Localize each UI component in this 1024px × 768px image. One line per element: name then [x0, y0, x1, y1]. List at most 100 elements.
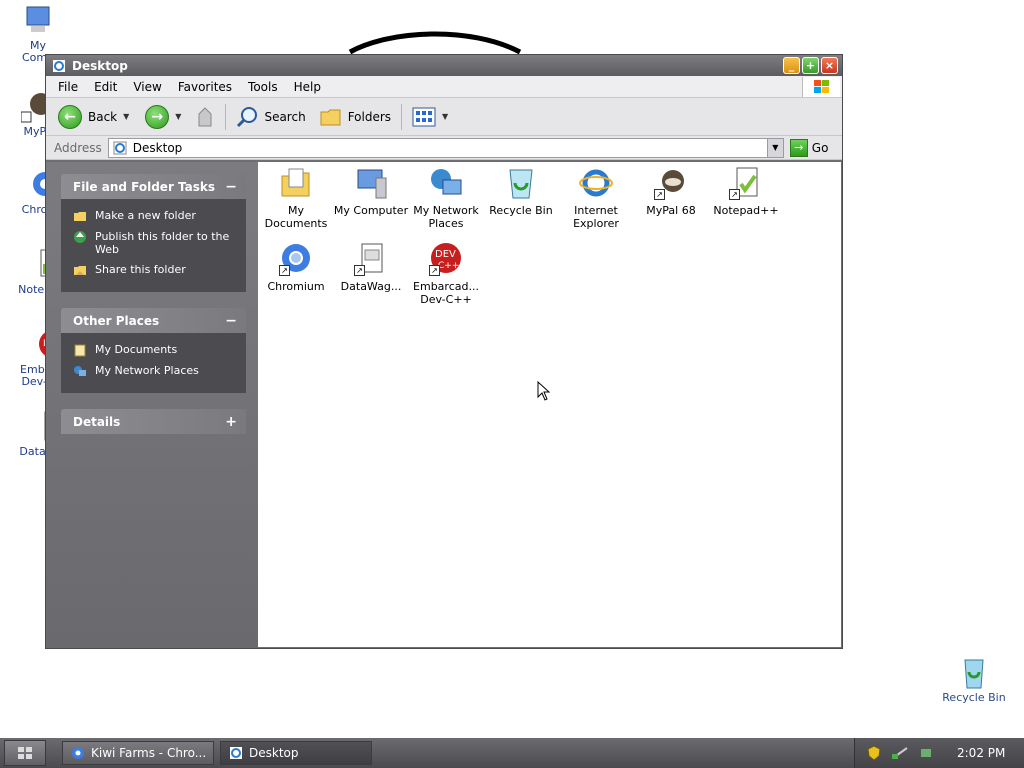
panel-header[interactable]: File and Folder Tasks − — [61, 174, 246, 199]
forward-button[interactable]: → ▼ — [141, 104, 185, 129]
up-folder-icon — [198, 106, 212, 126]
panel-header[interactable]: Details + — [61, 409, 246, 434]
panel-title: Other Places — [73, 313, 160, 328]
address-dropdown-icon[interactable]: ▼ — [766, 138, 783, 157]
network-places-icon — [74, 366, 86, 376]
title-bar[interactable]: Desktop _ + × — [46, 55, 842, 76]
panel-title: Details — [73, 414, 121, 429]
recycle-bin-icon — [504, 166, 538, 200]
volume-icon[interactable] — [919, 746, 933, 760]
menu-file[interactable]: File — [50, 80, 86, 94]
shortcut-arrow-icon: ↗ — [429, 265, 440, 276]
taskbar-button-label: Kiwi Farms - Chro... — [91, 746, 207, 760]
toolbar-separator — [401, 103, 403, 130]
address-input[interactable]: Desktop ▼ — [107, 137, 784, 158]
menu-tools[interactable]: Tools — [240, 80, 286, 94]
notepad-icon: ↗ — [729, 166, 763, 200]
shortcut-arrow-icon: ↗ — [279, 265, 290, 276]
internet-explorer-icon — [579, 166, 613, 200]
collapse-icon[interactable]: − — [225, 179, 237, 195]
task-publish-web[interactable]: Publish this folder to the Web — [73, 230, 236, 256]
place-my-network-places[interactable]: My Network Places — [73, 364, 236, 378]
go-button[interactable]: → Go — [789, 138, 829, 157]
item-my-network-places[interactable]: My Network Places — [408, 166, 484, 230]
place-label: My Network Places — [95, 364, 199, 377]
item-label: My Documents — [264, 204, 328, 230]
collapse-icon[interactable]: − — [225, 313, 237, 329]
item-my-documents[interactable]: My Documents — [258, 166, 334, 230]
item-label: DataWag... — [340, 280, 402, 293]
forward-arrow-icon: → — [145, 104, 170, 129]
computer-icon — [21, 4, 55, 38]
item-internet-explorer[interactable]: Internet Explorer — [558, 166, 634, 230]
ie-page-icon — [230, 747, 242, 759]
ie-page-icon — [53, 59, 65, 72]
minimize-button[interactable]: _ — [783, 57, 800, 74]
shortcut-arrow-icon: ↗ — [729, 189, 740, 200]
my-documents-icon — [74, 344, 86, 357]
menu-bar: File Edit View Favorites Tools Help — [46, 76, 842, 98]
maximize-button[interactable]: + — [802, 57, 819, 74]
dropdown-arrow-icon[interactable]: ▼ — [175, 112, 181, 121]
my-documents-icon — [279, 166, 313, 200]
item-notepad[interactable]: ↗ Notepad++ — [708, 166, 784, 217]
windows-flag-icon — [802, 77, 840, 97]
place-my-documents[interactable]: My Documents — [73, 343, 236, 357]
dropdown-arrow-icon[interactable]: ▼ — [442, 112, 448, 121]
item-label: Notepad++ — [713, 204, 779, 217]
menu-edit[interactable]: Edit — [86, 80, 125, 94]
item-devcpp[interactable]: DEV C++ ↗ Embarcad... Dev-C++ — [408, 242, 484, 306]
address-bar: Address Desktop ▼ → Go — [46, 136, 842, 160]
explorer-window[interactable]: Desktop _ + × File Edit View Favorites T… — [45, 54, 843, 649]
network-icon[interactable] — [891, 746, 909, 760]
item-my-computer[interactable]: My Computer — [333, 166, 409, 217]
back-label: Back — [88, 109, 118, 124]
security-shield-icon[interactable] — [867, 745, 881, 761]
up-folder-button[interactable] — [191, 106, 219, 128]
start-button[interactable] — [4, 740, 46, 766]
desktop-icon-recycle-bin[interactable]: Recycle Bin — [936, 656, 1012, 704]
taskbar-button-desktop[interactable]: Desktop — [220, 741, 372, 765]
new-folder-icon — [74, 212, 86, 221]
task-share-folder[interactable]: Share this folder — [73, 263, 236, 277]
search-label: Search — [264, 109, 306, 124]
desktop-page-icon — [113, 141, 127, 154]
panel-title: File and Folder Tasks — [73, 179, 216, 194]
folder-content[interactable]: My Documents My Computer My Network Plac… — [258, 162, 841, 647]
close-button[interactable]: × — [821, 57, 838, 74]
task-pane: File and Folder Tasks − Make a new folde… — [46, 162, 258, 648]
network-places-icon — [429, 166, 463, 200]
menu-favorites[interactable]: Favorites — [170, 80, 240, 94]
taskbar: Kiwi Farms - Chro... Desktop 2:02 PM — [0, 738, 1024, 768]
mouse-cursor-icon — [537, 381, 551, 401]
publish-web-icon — [74, 231, 86, 243]
window-body: File and Folder Tasks − Make a new folde… — [46, 162, 842, 648]
search-button[interactable]: Search — [232, 106, 309, 128]
menu-help[interactable]: Help — [286, 80, 329, 94]
folders-icon — [320, 109, 341, 125]
expand-icon[interactable]: + — [225, 414, 237, 430]
devcpp-icon: DEV C++ ↗ — [429, 242, 463, 276]
menu-view[interactable]: View — [125, 80, 169, 94]
task-make-new-folder[interactable]: Make a new folder — [73, 209, 236, 223]
desktop-icon-label: Recycle Bin — [942, 691, 1006, 704]
folders-button[interactable]: Folders — [316, 107, 395, 127]
window-title: Desktop — [72, 58, 128, 73]
clock[interactable]: 2:02 PM — [957, 746, 1005, 760]
back-button[interactable]: ← Back ▼ — [54, 104, 133, 129]
dropdown-arrow-icon[interactable]: ▼ — [123, 112, 129, 121]
go-arrow-icon: → — [789, 138, 808, 157]
item-mypal[interactable]: ↗ MyPal 68 — [633, 166, 709, 217]
item-label: Internet Explorer — [573, 204, 619, 230]
taskbar-button-chromium[interactable]: Kiwi Farms - Chro... — [62, 741, 214, 765]
item-chromium[interactable]: ↗ Chromium — [258, 242, 334, 293]
back-arrow-icon: ← — [58, 104, 82, 129]
start-grid-icon — [18, 747, 32, 759]
views-button[interactable]: ▼ — [408, 107, 452, 127]
views-icon — [412, 107, 436, 126]
go-label: Go — [811, 140, 829, 155]
item-recycle-bin[interactable]: Recycle Bin — [483, 166, 559, 217]
item-datawag[interactable]: ↗ DataWag... — [333, 242, 409, 293]
panel-header[interactable]: Other Places − — [61, 308, 246, 333]
taskbar-button-label: Desktop — [249, 746, 299, 760]
